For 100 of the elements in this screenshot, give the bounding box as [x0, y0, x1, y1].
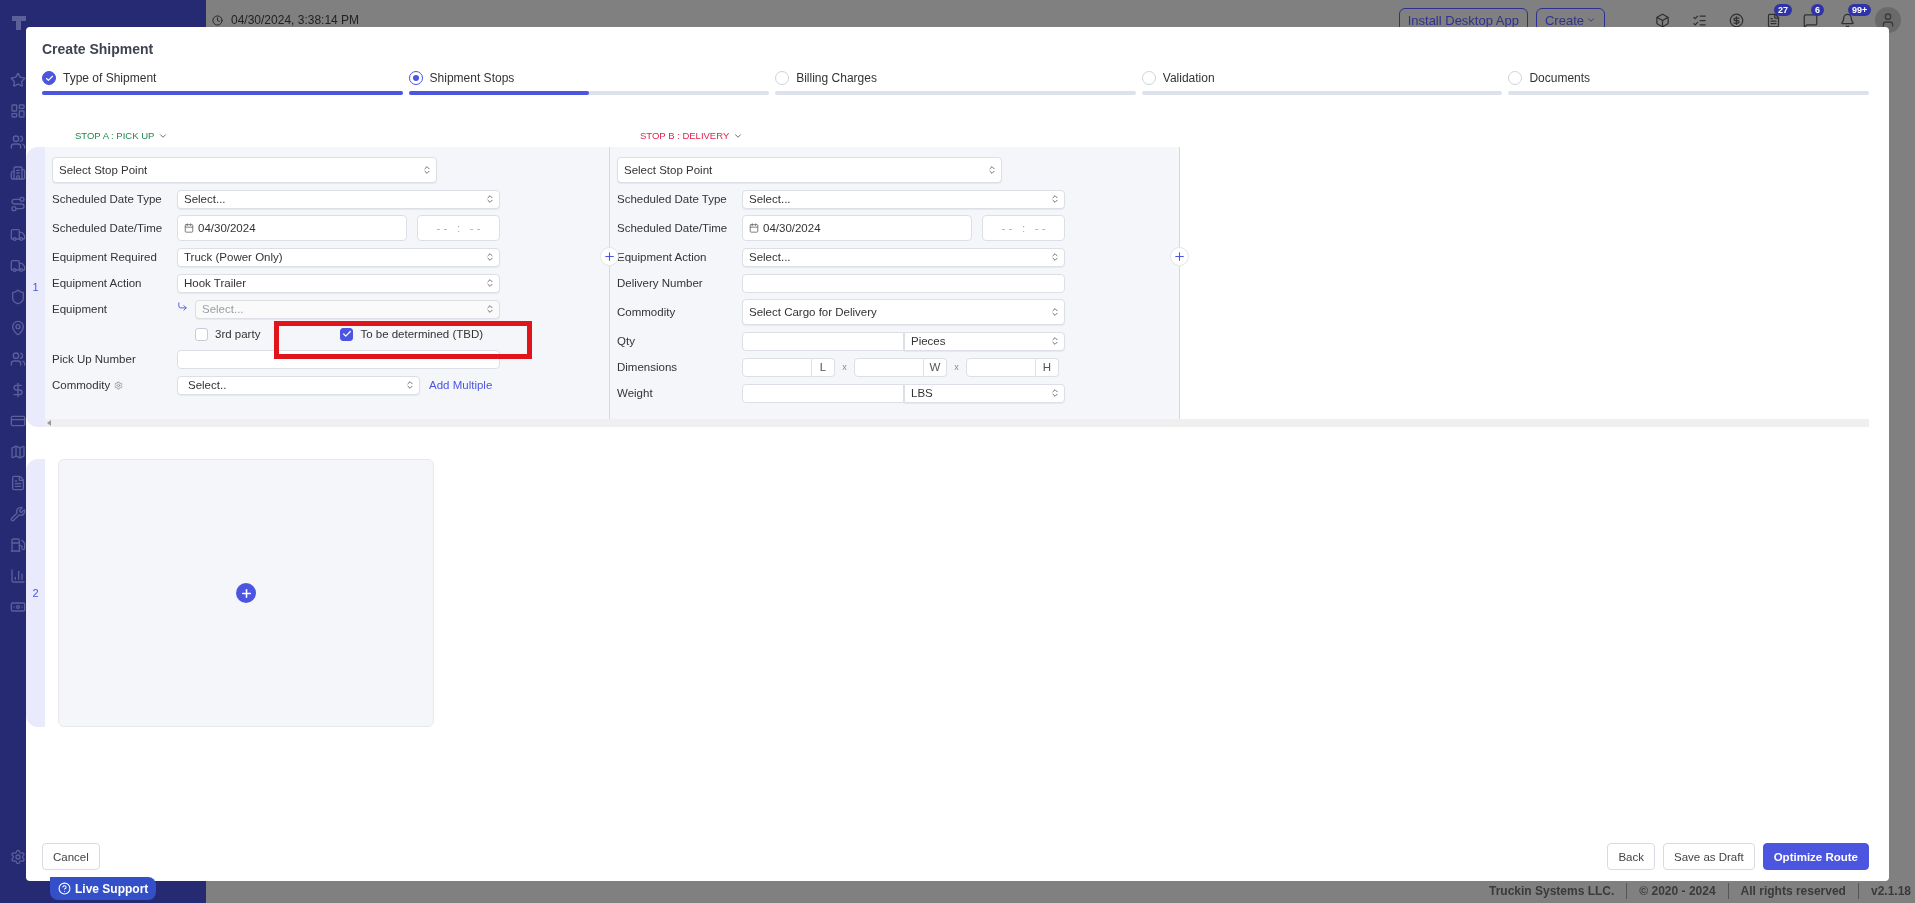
stop-header[interactable]: STOP A : PICK UP: [75, 130, 169, 141]
unit-suffix: H: [1036, 357, 1059, 377]
settings-icon[interactable]: [10, 849, 26, 865]
unit-select[interactable]: LBS: [904, 383, 1065, 403]
gear-icon: [114, 380, 124, 390]
text-field[interactable]: [742, 357, 812, 377]
step-label[interactable]: Billing Charges: [796, 71, 877, 85]
date-field[interactable]: 04/30/2024: [177, 215, 407, 241]
card-icon[interactable]: [10, 413, 26, 429]
chat-icon[interactable]: [1803, 12, 1818, 28]
add-stop-button[interactable]: [1170, 247, 1189, 266]
times-sign: x: [841, 362, 848, 372]
clock-icon: [212, 14, 223, 26]
live-support-button[interactable]: Live Support: [50, 877, 157, 900]
updown-icon: [1050, 388, 1060, 398]
field-label: Scheduled Date/Time: [617, 222, 729, 234]
date-field[interactable]: 04/30/2024: [742, 215, 972, 241]
field-label: Equipment Action: [617, 251, 708, 263]
step-label[interactable]: Shipment Stops: [429, 71, 515, 85]
checkbox-label: To be determined (TBD): [360, 328, 484, 340]
add-button[interactable]: [236, 583, 256, 603]
stop-point-select[interactable]: Select Stop Point: [52, 157, 437, 183]
select-field[interactable]: Hook Trailer: [177, 273, 500, 293]
map-icon[interactable]: [10, 444, 26, 460]
radio-icon: [408, 71, 423, 85]
updown-icon: [1050, 336, 1060, 346]
fuel-icon[interactable]: [10, 537, 26, 553]
scroll-arrow-icon[interactable]: [47, 420, 52, 426]
bell-icon[interactable]: [1840, 12, 1855, 28]
horizontal-scrollbar[interactable]: [45, 419, 1869, 427]
cancel-button[interactable]: Cancel: [42, 843, 100, 870]
route-icon[interactable]: [10, 196, 26, 212]
route-number: 1: [32, 281, 39, 293]
banknote-icon[interactable]: [10, 599, 26, 615]
truck-icon[interactable]: [10, 227, 26, 243]
select-field[interactable]: Select...: [742, 247, 1065, 267]
select-field: Select...: [195, 299, 500, 319]
check-circle-icon: [42, 71, 56, 85]
caret-icon: [1586, 15, 1596, 25]
updown-icon: [987, 165, 997, 175]
footer-text: Truckin Systems LLC.: [1488, 884, 1615, 898]
plus-icon: [1173, 250, 1186, 263]
updown-icon: [1050, 194, 1060, 204]
add-multiple-link[interactable]: Add Multiple: [429, 379, 493, 391]
building-icon[interactable]: [10, 165, 26, 181]
select-field[interactable]: Select..: [177, 375, 420, 395]
radio-icon: [1508, 71, 1523, 85]
text-field[interactable]: [742, 331, 904, 351]
field-label: Qty: [617, 335, 636, 347]
star-icon[interactable]: [10, 72, 26, 88]
field-label: Pick Up Number: [52, 353, 137, 365]
count-badge: 27: [1774, 3, 1792, 16]
updown-icon: [405, 380, 415, 390]
dialog-title: Create Shipment: [42, 41, 155, 57]
shield-icon[interactable]: [10, 289, 26, 305]
select-field[interactable]: Truck (Power Only): [177, 247, 500, 267]
stop-point-select[interactable]: Select Stop Point: [617, 157, 1002, 183]
select-field[interactable]: Select...: [177, 189, 500, 209]
users-icon[interactable]: [10, 351, 26, 367]
text-field[interactable]: [854, 357, 924, 377]
dollar-icon[interactable]: [1729, 12, 1744, 28]
stop-header[interactable]: STOP B : DELIVERY: [640, 130, 744, 141]
unit-suffix: L: [812, 357, 835, 377]
action-button[interactable]: Optimize Route: [1762, 843, 1869, 870]
field-label: Equipment Action: [52, 277, 143, 289]
footer-text: All rights reserved: [1740, 884, 1846, 898]
checkbox[interactable]: [340, 327, 354, 341]
select-field[interactable]: Select Cargo for Delivery: [742, 299, 1065, 325]
field-label: Equipment Required: [52, 251, 158, 263]
users-icon[interactable]: [10, 134, 26, 150]
field-label: Scheduled Date Type: [617, 193, 728, 205]
field-label: Weight: [617, 387, 654, 399]
box-icon[interactable]: [1655, 12, 1670, 28]
updown-icon: [485, 304, 495, 314]
dashboard-icon[interactable]: [10, 103, 26, 119]
step-label[interactable]: Type of Shipment: [63, 71, 157, 85]
map-pin-icon[interactable]: [10, 320, 26, 336]
chart-icon[interactable]: [10, 568, 26, 584]
plus-icon: [603, 250, 616, 263]
truck-icon[interactable]: [10, 258, 26, 274]
text-field[interactable]: [742, 273, 1065, 293]
calendar-icon: [184, 223, 194, 233]
count-badge: 99+: [1848, 3, 1872, 16]
footer-text: © 2020 - 2024: [1639, 884, 1716, 898]
step-label[interactable]: Documents: [1529, 71, 1591, 85]
action-button[interactable]: Save as Draft: [1663, 843, 1755, 870]
step-label[interactable]: Validation: [1162, 71, 1215, 85]
field-label: Scheduled Date/Time: [52, 222, 164, 234]
checklist-icon[interactable]: [1692, 12, 1707, 28]
updown-icon: [1050, 252, 1060, 262]
action-button[interactable]: Back: [1607, 843, 1655, 870]
updown-icon: [485, 278, 495, 288]
wrench-icon[interactable]: [10, 506, 26, 522]
corner-arrow-icon: [177, 300, 188, 312]
select-field[interactable]: Select...: [742, 189, 1065, 209]
text-field[interactable]: [742, 383, 904, 403]
field-label: Scheduled Date Type: [52, 193, 163, 205]
document-icon[interactable]: [1766, 12, 1781, 28]
unit-select[interactable]: Pieces: [904, 331, 1065, 351]
text-field[interactable]: [966, 357, 1036, 377]
